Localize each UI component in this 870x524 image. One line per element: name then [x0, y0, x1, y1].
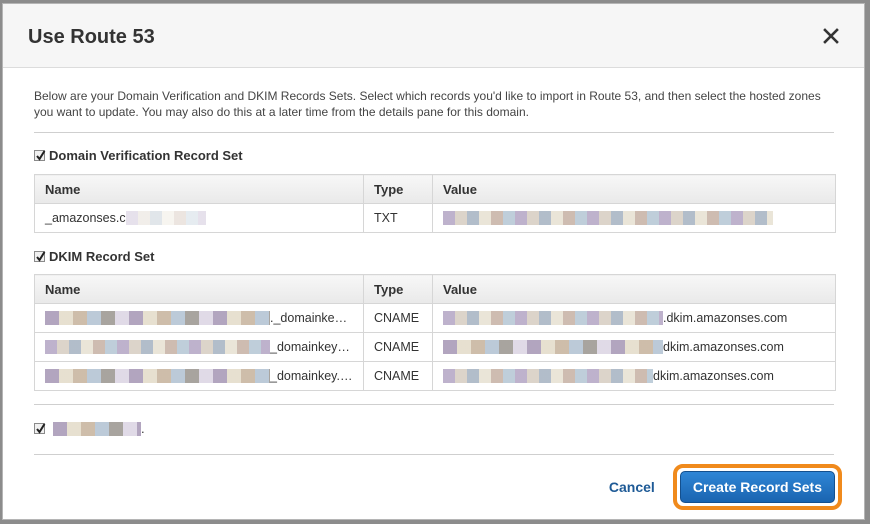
record-name-text: _amazonses.c: [45, 210, 126, 225]
redacted-block: [443, 369, 653, 384]
create-record-sets-button[interactable]: Create Record Sets: [679, 471, 835, 503]
record-value: dkim.amazonses.com: [432, 361, 836, 391]
dkim-record-set-row: DKIM Record Set: [34, 249, 154, 264]
table-header-row: Name Type Value: [34, 174, 836, 204]
redacted-block: [125, 211, 206, 226]
close-icon[interactable]: [822, 27, 840, 45]
column-header-value: Value: [432, 274, 836, 304]
dialog-footer: Cancel Create Record Sets: [609, 464, 842, 510]
verification-label: Domain Verification Record Set: [49, 148, 243, 163]
redacted-block: [53, 421, 141, 436]
cancel-button[interactable]: Cancel: [609, 479, 655, 495]
column-header-name: Name: [34, 174, 364, 204]
record-value-text: .dkim.amazonses.com: [663, 310, 788, 325]
hosted-zone-row: .: [34, 421, 145, 436]
record-type: TXT: [363, 203, 433, 233]
redacted-block: [443, 340, 663, 355]
dialog-intro-text: Below are your Domain Verification and D…: [34, 89, 821, 119]
record-type: CNAME: [363, 361, 433, 391]
record-name: _domainkey…: [34, 332, 364, 362]
verification-table: Name Type Value _amazonses.c TXT: [34, 174, 836, 233]
table-row: _domainkey.… CNAME dkim.amazonses.com: [34, 361, 836, 391]
redacted-block: [443, 311, 663, 326]
redacted-block: [45, 340, 270, 355]
column-header-type: Type: [363, 274, 433, 304]
record-name-text: ._domainke…: [270, 310, 348, 325]
divider: [34, 404, 834, 405]
dkim-checkbox[interactable]: [34, 251, 46, 262]
verification-record-set-row: Domain Verification Record Set: [34, 148, 243, 163]
record-value: dkim.amazonses.com: [432, 332, 836, 362]
redacted-block: [443, 211, 773, 226]
record-type: CNAME: [363, 303, 433, 333]
record-value-text: dkim.amazonses.com: [663, 339, 784, 354]
dialog-header: Use Route 53: [3, 4, 864, 68]
record-name: _amazonses.c: [34, 203, 364, 233]
record-name-text: _domainkey…: [270, 339, 350, 354]
divider: [34, 132, 834, 133]
column-header-type: Type: [363, 174, 433, 204]
record-name: _domainkey.…: [34, 361, 364, 391]
redacted-block: [45, 369, 270, 384]
hosted-zone-checkbox[interactable]: [34, 423, 46, 434]
record-name: ._domainke…: [34, 303, 364, 333]
table-row: _amazonses.c TXT: [34, 203, 836, 233]
highlight-outline: Create Record Sets: [672, 464, 842, 510]
divider: [34, 454, 834, 455]
record-type: CNAME: [363, 332, 433, 362]
record-name-text: _domainkey.…: [270, 368, 353, 383]
dkim-label: DKIM Record Set: [49, 249, 155, 264]
column-header-name: Name: [34, 274, 364, 304]
redacted-block: [45, 311, 270, 326]
record-value: .dkim.amazonses.com: [432, 303, 836, 333]
dialog-title: Use Route 53: [28, 26, 155, 48]
use-route53-dialog: Use Route 53 Below are your Domain Verif…: [2, 3, 865, 520]
table-row: ._domainke… CNAME .dkim.amazonses.com: [34, 303, 836, 333]
column-header-value: Value: [432, 174, 836, 204]
table-header-row: Name Type Value: [34, 274, 836, 304]
table-row: _domainkey… CNAME dkim.amazonses.com: [34, 332, 836, 362]
record-value: [432, 203, 836, 233]
hosted-zone-label: .: [141, 421, 145, 436]
verification-checkbox[interactable]: [34, 150, 46, 161]
dkim-table: Name Type Value ._domainke… CNAME .dkim.…: [34, 274, 836, 391]
record-value-text: dkim.amazonses.com: [653, 368, 774, 383]
